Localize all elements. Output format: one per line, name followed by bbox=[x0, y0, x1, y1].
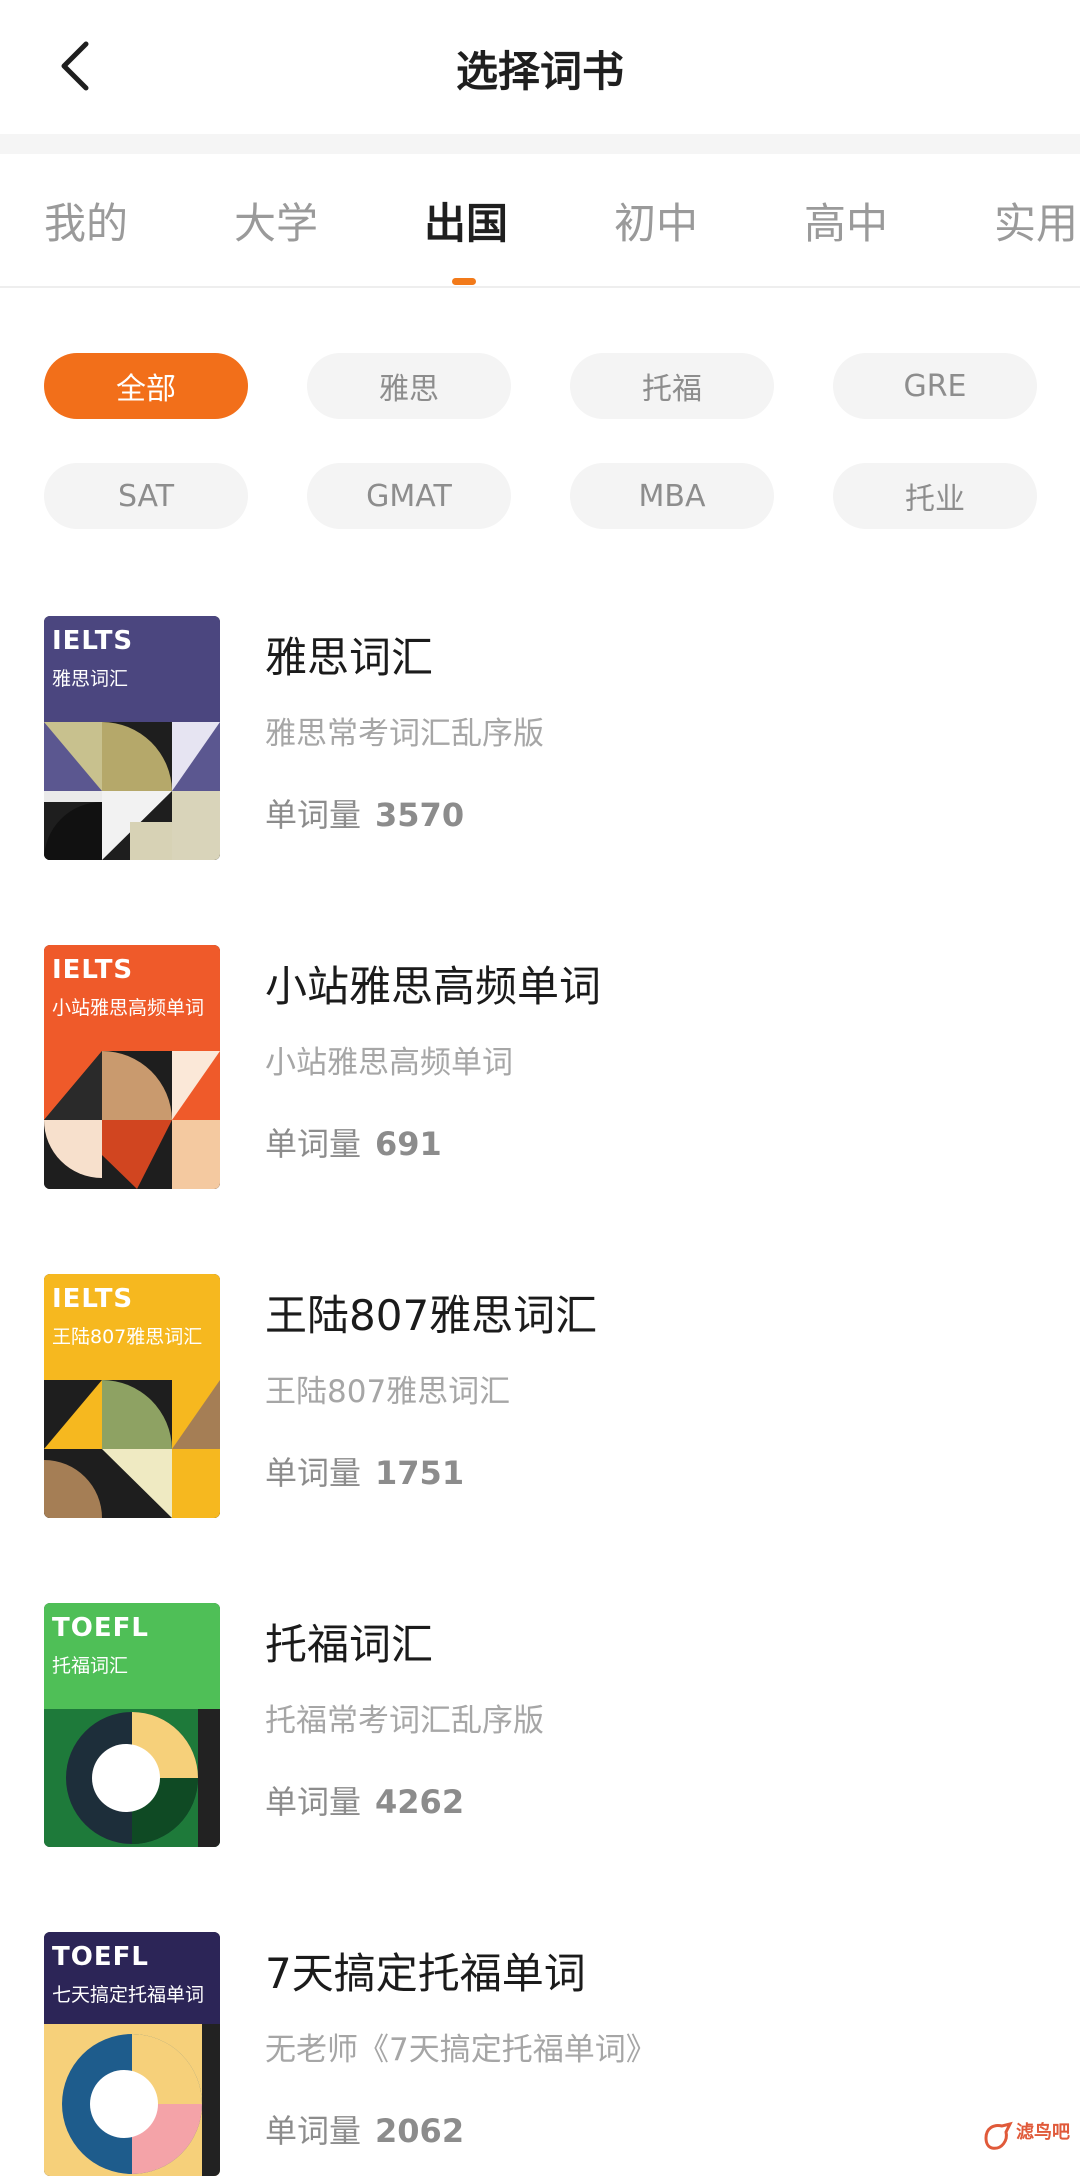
cover-code: TOEFL bbox=[52, 1942, 149, 1972]
filter-chip-sat[interactable]: SAT bbox=[44, 463, 248, 529]
tab-university[interactable]: 大学 bbox=[234, 190, 318, 251]
tab-senior-high[interactable]: 高中 bbox=[804, 190, 888, 251]
book-item[interactable]: IELTS 王陆807雅思词汇 王陆807雅思词汇 王陆807雅思词汇 单词量 1… bbox=[0, 1274, 1080, 1524]
book-cover: TOEFL 托福词汇 bbox=[44, 1603, 220, 1847]
word-count-value: 2062 bbox=[375, 2112, 465, 2150]
word-count-label: 单词量 bbox=[265, 1454, 362, 1492]
word-count-value: 3570 bbox=[375, 796, 465, 834]
book-item[interactable]: IELTS 小站雅思高频单词 小站雅思高频单词 小站雅思高频单词 单词量 691 bbox=[0, 945, 1080, 1195]
cover-art bbox=[44, 1051, 220, 1189]
filter-chip-mba[interactable]: MBA bbox=[570, 463, 774, 529]
category-tabs: 我的 大学 出国 初中 高中 实用 bbox=[0, 154, 1080, 288]
book-word-count: 单词量 691 bbox=[265, 1119, 442, 1165]
book-title: 小站雅思高频单词 bbox=[265, 962, 602, 1011]
watermark-text: 滤鸟吧 bbox=[1016, 2122, 1070, 2143]
word-count-label: 单词量 bbox=[265, 1125, 362, 1163]
word-count-value: 4262 bbox=[375, 1783, 465, 1821]
cover-code: IELTS bbox=[52, 1284, 134, 1314]
cover-code: IELTS bbox=[52, 626, 134, 656]
cover-name: 雅思词汇 bbox=[52, 668, 129, 690]
cover-art bbox=[44, 722, 220, 860]
filter-chip-toefl[interactable]: 托福 bbox=[570, 353, 774, 419]
tab-practical[interactable]: 实用 bbox=[994, 190, 1078, 251]
cover-header: IELTS 王陆807雅思词汇 bbox=[44, 1274, 220, 1380]
cover-header: TOEFL 七天搞定托福单词 bbox=[44, 1932, 220, 2024]
book-title: 雅思词汇 bbox=[265, 633, 434, 682]
book-cover: TOEFL 七天搞定托福单词 bbox=[44, 1932, 220, 2176]
filter-chip-toeic[interactable]: 托业 bbox=[833, 463, 1037, 529]
word-count-label: 单词量 bbox=[265, 1783, 362, 1821]
book-word-count: 单词量 4262 bbox=[265, 1777, 464, 1823]
word-count-value: 691 bbox=[375, 1125, 442, 1163]
book-item[interactable]: TOEFL 托福词汇 托福词汇 托福常考词汇乱序版 单词量 4262 bbox=[0, 1603, 1080, 1853]
filter-chip-ielts[interactable]: 雅思 bbox=[307, 353, 511, 419]
book-title: 7天搞定托福单词 bbox=[265, 1949, 586, 1998]
word-count-label: 单词量 bbox=[265, 796, 362, 834]
header: 选择词书 bbox=[0, 0, 1080, 134]
page-title: 选择词书 bbox=[455, 47, 624, 96]
cover-code: TOEFL bbox=[52, 1613, 149, 1643]
cover-art bbox=[44, 1380, 220, 1518]
book-item[interactable]: IELTS 雅思词汇 雅思词汇 雅思常考词汇乱序版 单词量 3570 bbox=[0, 616, 1080, 866]
book-word-count: 单词量 2062 bbox=[265, 2106, 464, 2152]
cover-name: 小站雅思高频单词 bbox=[52, 997, 205, 1019]
book-cover: IELTS 雅思词汇 bbox=[44, 616, 220, 860]
book-word-count: 单词量 1751 bbox=[265, 1448, 464, 1494]
header-divider bbox=[0, 134, 1080, 154]
cover-name: 王陆807雅思词汇 bbox=[52, 1326, 203, 1348]
filter-chip-all[interactable]: 全部 bbox=[44, 353, 248, 419]
word-count-label: 单词量 bbox=[265, 2112, 362, 2150]
book-description: 小站雅思高频单词 bbox=[265, 1045, 513, 1081]
book-cover: IELTS 小站雅思高频单词 bbox=[44, 945, 220, 1189]
active-tab-indicator bbox=[452, 278, 476, 285]
book-item[interactable]: TOEFL 七天搞定托福单词 7天搞定托福单词 无老师《7天搞定托福单词》 单词… bbox=[0, 1932, 1080, 2182]
book-title: 托福词汇 bbox=[265, 1620, 434, 1669]
book-cover: IELTS 王陆807雅思词汇 bbox=[44, 1274, 220, 1518]
book-description: 雅思常考词汇乱序版 bbox=[265, 716, 544, 752]
cover-name: 七天搞定托福单词 bbox=[52, 1984, 205, 2006]
book-description: 托福常考词汇乱序版 bbox=[265, 1703, 544, 1739]
book-word-count: 单词量 3570 bbox=[265, 790, 464, 836]
tab-junior-high[interactable]: 初中 bbox=[614, 190, 698, 251]
cover-art bbox=[44, 2024, 220, 2176]
book-description: 无老师《7天搞定托福单词》 bbox=[265, 2032, 657, 2068]
cover-name: 托福词汇 bbox=[52, 1655, 129, 1677]
cover-code: IELTS bbox=[52, 955, 134, 985]
tab-mine[interactable]: 我的 bbox=[44, 190, 128, 251]
word-count-value: 1751 bbox=[375, 1454, 465, 1492]
book-title: 王陆807雅思词汇 bbox=[265, 1291, 598, 1340]
cover-header: TOEFL 托福词汇 bbox=[44, 1603, 220, 1709]
book-description: 王陆807雅思词汇 bbox=[265, 1374, 511, 1410]
cover-header: IELTS 雅思词汇 bbox=[44, 616, 220, 722]
cover-header: IELTS 小站雅思高频单词 bbox=[44, 945, 220, 1051]
cover-art bbox=[44, 1709, 220, 1847]
filter-chip-gmat[interactable]: GMAT bbox=[307, 463, 511, 529]
filter-chip-gre[interactable]: GRE bbox=[833, 353, 1037, 419]
tab-study-abroad[interactable]: 出国 bbox=[424, 190, 508, 251]
